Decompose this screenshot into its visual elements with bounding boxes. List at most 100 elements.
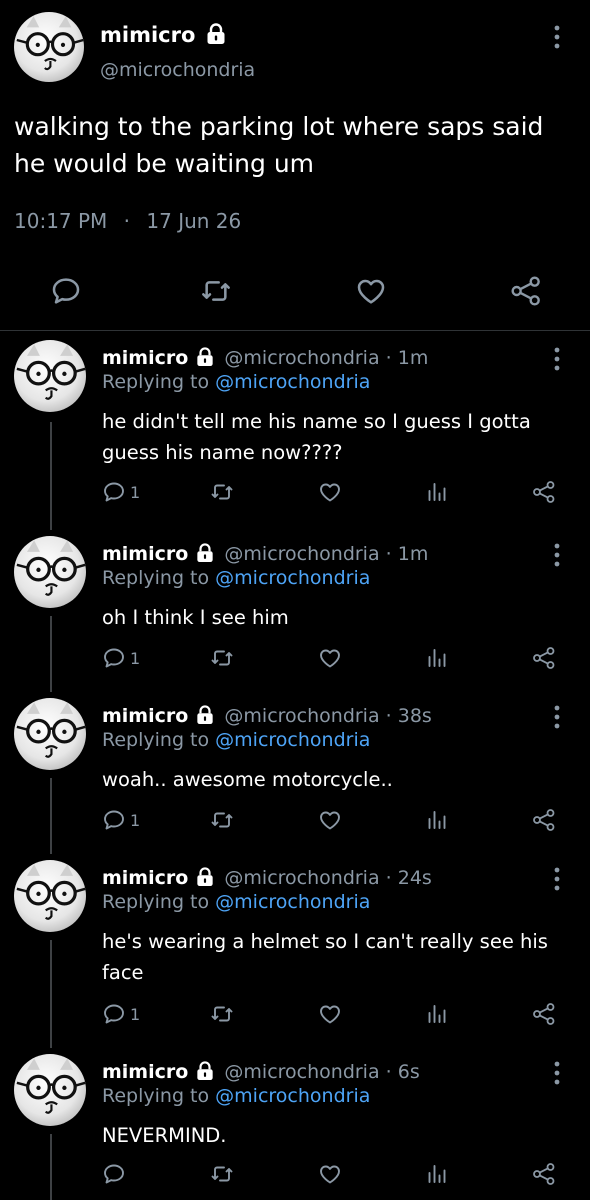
avatar[interactable] [14,698,86,770]
share-icon[interactable] [532,646,556,670]
heart-icon[interactable] [318,480,342,504]
tweet-text: oh I think I see him [102,606,289,629]
cat-avatar-icon [14,1054,86,1126]
author-handle[interactable]: @microchondria [224,867,379,889]
tweet-actions: 1 [0,480,590,510]
tweet-age: · 1m [385,543,429,565]
author-name[interactable]: mimicro [102,705,188,727]
replying-to-link[interactable]: @microchondria [215,1085,370,1107]
reply-tweet: mimicro @microchondria · 38s Replying to… [0,688,590,850]
tweet-actions: 1 [0,646,590,676]
tweet-age: · 1m [385,347,429,369]
reply-count: 1 [130,482,141,502]
replying-label: Replying to [102,567,210,589]
author-handle[interactable]: @microchondria [224,705,379,727]
lock-icon [196,543,214,563]
author-name[interactable]: mimicro [102,867,188,889]
reply-button[interactable]: 1 [102,480,140,504]
reply-button[interactable]: 1 [102,646,140,670]
avatar[interactable] [14,340,86,412]
replying-to-link[interactable]: @microchondria [215,567,370,589]
tweet-text: walking to the parking lot where saps sa… [14,112,544,178]
tweet-text: he didn't tell me his name so I guess I … [102,410,531,464]
cat-avatar-icon [14,860,86,932]
lock-icon [206,23,226,45]
main-tweet: mimicro @microchondria walking to the pa… [0,0,590,330]
reply-button[interactable]: 1 [102,808,140,832]
replying-label: Replying to [102,891,210,913]
avatar[interactable] [14,1054,86,1126]
tweet-text: NEVERMIND. [102,1124,227,1147]
reply-button[interactable]: 1 [102,1002,140,1026]
author-handle[interactable]: @microchondria [100,58,255,82]
more-vertical-icon[interactable] [553,346,561,376]
share-icon[interactable] [532,808,556,832]
heart-icon[interactable] [318,1162,342,1186]
author-name[interactable]: mimicro [102,543,188,565]
share-icon[interactable] [510,275,542,307]
reply-tweet: mimicro @microchondria · 1m Replying to … [0,526,590,688]
replying-to-link[interactable]: @microchondria [215,891,370,913]
retweet-icon[interactable] [210,808,234,832]
views-icon[interactable] [425,1002,449,1026]
replying-label: Replying to [102,729,210,751]
tweet-timestamp[interactable]: 10:17 PM · 17 Jun 26 [14,208,241,234]
heart-icon[interactable] [318,1002,342,1026]
author-name[interactable]: mimicro [102,1061,188,1083]
more-vertical-icon[interactable] [553,1060,561,1090]
author-handle[interactable]: @microchondria [224,1061,379,1083]
avatar[interactable] [14,860,86,932]
avatar[interactable] [14,536,86,608]
share-icon[interactable] [532,1002,556,1026]
reply-icon [102,646,126,670]
retweet-icon[interactable] [210,480,234,504]
views-icon[interactable] [425,1162,449,1186]
lock-icon [196,705,214,725]
replying-label: Replying to [102,371,210,393]
more-vertical-icon[interactable] [553,866,561,896]
avatar[interactable] [14,12,84,82]
lock-icon [196,867,214,887]
reply-icon [102,1162,126,1186]
retweet-icon[interactable] [200,275,232,307]
reply-tweet: mimicro @microchondria · 6s Replying to … [0,1044,590,1200]
more-vertical-icon[interactable] [553,24,561,54]
heart-icon[interactable] [355,275,387,307]
author-handle[interactable]: @microchondria [224,347,379,369]
tweet-age: · 24s [385,867,432,889]
author-name[interactable]: mimicro [100,23,195,47]
views-icon[interactable] [425,480,449,504]
replying-to-link[interactable]: @microchondria [215,371,370,393]
reply-icon [102,480,126,504]
tweet-age: · 6s [385,1061,420,1083]
lock-icon [196,347,214,367]
tweet-text: he's wearing a helmet so I can't really … [102,930,548,984]
lock-icon [196,1061,214,1081]
reply-tweet: mimicro @microchondria · 1m Replying to … [0,330,590,528]
more-vertical-icon[interactable] [553,704,561,734]
cat-avatar-icon [14,536,86,608]
cat-avatar-icon [14,698,86,770]
heart-icon[interactable] [318,646,342,670]
cat-avatar-icon [14,340,86,412]
share-icon[interactable] [532,1162,556,1186]
retweet-icon[interactable] [210,1162,234,1186]
reply-icon[interactable] [50,275,82,307]
share-icon[interactable] [532,480,556,504]
tweet-actions: 1 [0,808,590,838]
more-vertical-icon[interactable] [553,542,561,572]
replying-label: Replying to [102,1085,210,1107]
reply-tweet: mimicro @microchondria · 24s Replying to… [0,850,590,1048]
author-name[interactable]: mimicro [102,347,188,369]
views-icon[interactable] [425,808,449,832]
views-icon[interactable] [425,646,449,670]
replying-to-link[interactable]: @microchondria [215,729,370,751]
retweet-icon[interactable] [210,646,234,670]
tweet-time: 10:17 PM [14,209,108,233]
cat-avatar-icon [14,12,84,82]
retweet-icon[interactable] [210,1002,234,1026]
author-name-row: mimicro [100,22,226,48]
heart-icon[interactable] [318,808,342,832]
author-handle[interactable]: @microchondria [224,543,379,565]
reply-button[interactable] [102,1162,130,1186]
